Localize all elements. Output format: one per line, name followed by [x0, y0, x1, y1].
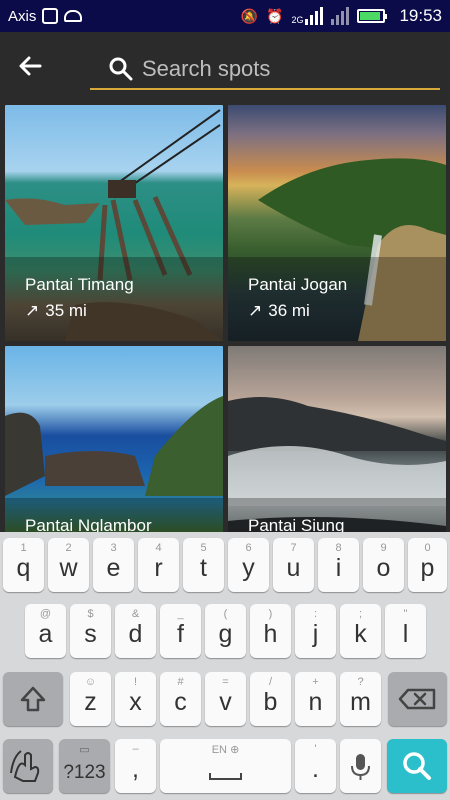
spot-distance: ↗ 35 mi — [25, 301, 87, 320]
key-i[interactable]: 8i — [318, 538, 359, 592]
spot-name: Pantai Jogan — [248, 275, 348, 294]
search-key[interactable] — [387, 739, 447, 793]
key-g[interactable]: (g — [205, 604, 246, 658]
key-z[interactable]: ☺ z — [70, 672, 111, 726]
swipe-hand-icon — [10, 750, 40, 782]
microphone-icon — [351, 754, 370, 780]
space-bar-icon — [209, 773, 242, 780]
spot-caption: Pantai Siung — [228, 498, 446, 532]
key-h[interactable]: ) h — [250, 604, 291, 658]
spot-card[interactable]: Pantai Nglambor — [5, 346, 223, 532]
key-e[interactable]: 3e — [93, 538, 134, 592]
numbers-key[interactable]: ▭ ?123 — [59, 739, 110, 793]
spot-card[interactable]: Pantai Siung — [228, 346, 446, 532]
spot-distance: ↗ 36 mi — [248, 301, 310, 320]
spot-caption: Pantai Timang ↗ 35 mi — [5, 257, 223, 341]
key-b[interactable]: / b — [250, 672, 291, 726]
key-d[interactable]: & d — [115, 604, 156, 658]
spot-card[interactable]: Pantai Timang ↗ 35 mi — [5, 105, 223, 341]
voice-key[interactable] — [340, 739, 381, 793]
key-n[interactable]: + n — [295, 672, 336, 726]
search-input[interactable] — [142, 56, 402, 82]
signal-icon-secondary — [331, 7, 350, 25]
arrow-up-right-icon: ↗ — [248, 301, 263, 320]
android-icon — [64, 10, 83, 22]
shift-icon — [20, 686, 46, 712]
backspace-icon — [398, 688, 436, 710]
key-r[interactable]: 4r — [138, 538, 179, 592]
spot-name: Pantai Timang — [25, 275, 134, 294]
search-icon — [109, 57, 133, 81]
period-key[interactable]: ' . — [295, 739, 336, 793]
key-j[interactable]: :j — [295, 604, 336, 658]
spot-caption: Pantai Nglambor — [5, 498, 223, 532]
key-u[interactable]: 7u — [273, 538, 314, 592]
gesture-key[interactable] — [3, 739, 53, 793]
key-q[interactable]: 1q — [3, 538, 44, 592]
key-o[interactable]: 9o — [363, 538, 404, 592]
gallery-icon — [42, 8, 59, 24]
key-x[interactable]: ! x — [115, 672, 156, 726]
key-m[interactable]: ? m — [340, 672, 381, 726]
arrow-left-icon[interactable] — [14, 50, 46, 82]
key-c[interactable]: # c — [160, 672, 201, 726]
key-w[interactable]: 2w — [48, 538, 89, 592]
spot-caption: Pantai Jogan ↗ 36 mi — [228, 257, 446, 341]
key-l[interactable]: " l — [385, 604, 426, 658]
spots-grid: Pantai Timang ↗ 35 mi Pantai Jogan ↗ 36 … — [0, 102, 450, 532]
battery-icon — [357, 9, 388, 23]
carrier-label: Axis — [8, 7, 37, 25]
key-t[interactable]: 5t — [183, 538, 224, 592]
spot-name: Pantai Nglambor — [25, 516, 152, 532]
arrow-up-right-icon: ↗ — [25, 301, 40, 320]
clock: 19:53 — [399, 6, 442, 25]
spot-card[interactable]: Pantai Jogan ↗ 36 mi — [228, 105, 446, 341]
alarm-icon: ⏰ — [266, 7, 284, 24]
key-v[interactable]: = v — [205, 672, 246, 726]
key-p[interactable]: 0p — [408, 538, 447, 592]
search-icon — [403, 752, 431, 780]
space-key[interactable]: EN ⊕ — [160, 739, 291, 793]
spot-name: Pantai Siung — [248, 516, 345, 532]
key-y[interactable]: 6y — [228, 538, 269, 592]
backspace-key[interactable] — [388, 672, 447, 726]
keyboard: 1q 2w 3e 4r 5t 6y 7u 8i 9o 0p @ a $ s & d _… — [0, 532, 450, 800]
status-bar: Axis 🔕 ⏰ 2G 19:53 — [0, 0, 450, 32]
key-s[interactable]: $ s — [70, 604, 111, 658]
key-f[interactable]: _ f — [160, 604, 201, 658]
key-a[interactable]: @ a — [25, 604, 66, 658]
emoji-hint-icon: ▭ — [79, 744, 90, 756]
comma-key[interactable]: – , — [115, 739, 156, 793]
shift-key[interactable] — [3, 672, 63, 726]
toolbar — [0, 32, 450, 102]
signal-icon: 2G — [291, 7, 324, 25]
mute-icon: 🔕 — [240, 7, 258, 24]
search-bar[interactable] — [90, 50, 440, 90]
key-k[interactable]: ; k — [340, 604, 381, 658]
